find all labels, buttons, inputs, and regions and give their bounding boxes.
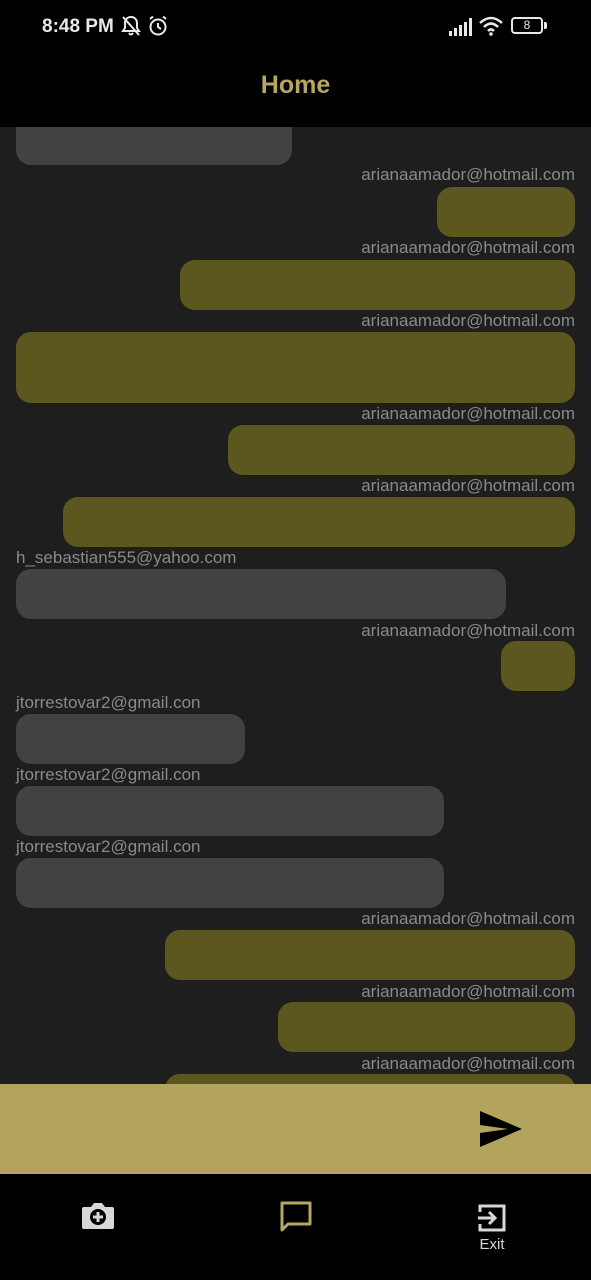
chat-message-list[interactable]: arianaamador@hotmail.com arianaamador@ho… [0,127,591,1084]
message-bubble[interactable] [501,641,575,691]
message-sender: arianaamador@hotmail.com [361,909,575,928]
message-bubble[interactable] [16,127,292,165]
message-bubble[interactable] [63,497,575,547]
message-sender: jtorrestovar2@gmail.con [16,837,201,856]
camera-button[interactable] [70,1198,126,1258]
message-sender: jtorrestovar2@gmail.con [16,693,201,712]
bottom-navigation: Exit [0,1174,591,1280]
message-bubble[interactable] [16,332,575,403]
message-bubble[interactable] [228,425,575,475]
message-sender: jtorrestovar2@gmail.con [16,765,201,784]
message-bubble[interactable] [165,1074,575,1084]
battery-tip [544,22,547,29]
message-composer[interactable] [0,1084,591,1174]
message-bubble[interactable] [165,930,575,980]
add-photo-camera-icon [82,1203,114,1229]
status-bar: 8:48 PM 8 [0,0,591,54]
message-bubble[interactable] [16,714,245,764]
chat-bubble-icon [280,1201,312,1232]
send-icon[interactable] [478,1109,524,1149]
message-sender: arianaamador@hotmail.com [361,311,575,330]
battery-level: 8 [523,18,531,32]
message-bubble[interactable] [437,187,575,237]
message-sender: arianaamador@hotmail.com [361,238,575,257]
message-sender: h_sebastian555@yahoo.com [16,548,237,567]
message-sender: arianaamador@hotmail.com [361,1054,575,1073]
alarm-icon [149,15,167,36]
message-bubble[interactable] [16,569,506,619]
message-bubble[interactable] [16,858,444,908]
exit-icon [478,1204,506,1232]
signal-icon [449,18,472,36]
status-time: 8:48 PM [42,16,114,37]
notifications-off-icon [121,15,141,36]
app-bar: Home [0,54,591,127]
message-bubble[interactable] [278,1002,575,1052]
message-sender: arianaamador@hotmail.com [361,982,575,1001]
message-sender: arianaamador@hotmail.com [361,165,575,184]
message-sender: arianaamador@hotmail.com [361,476,575,495]
wifi-icon [479,16,503,36]
chat-button[interactable] [268,1198,324,1258]
exit-label: Exit [479,1236,505,1253]
message-sender: arianaamador@hotmail.com [361,621,575,640]
message-sender: arianaamador@hotmail.com [361,404,575,423]
page-title: Home [260,71,331,99]
message-bubble[interactable] [180,260,575,310]
exit-button[interactable]: Exit [463,1198,521,1280]
message-bubble[interactable] [16,786,444,836]
battery-icon: 8 [511,17,543,34]
